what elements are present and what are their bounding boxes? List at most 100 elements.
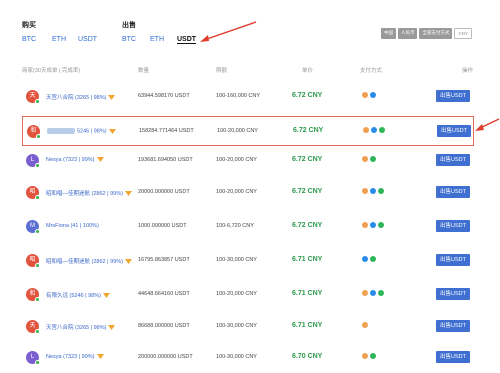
buy-tab-btc[interactable]: BTC	[22, 36, 36, 43]
table-row: 和 有限久远 (5246 | 98%) 44648.664160 USDT 10…	[22, 280, 474, 310]
quantity-cell: 63944.598170 USDT	[138, 93, 190, 99]
merchant-name[interactable]: 有限久远 (5246 | 98%)	[46, 291, 110, 299]
payment-p2-icon	[371, 127, 377, 133]
avatar[interactable]: 昭	[26, 186, 40, 200]
header-price: 单价	[302, 68, 314, 74]
merchant-name-text: Nesya (7323 | 99%)	[46, 157, 95, 163]
sell-usdt-button[interactable]: 出售USDT	[436, 254, 470, 266]
payment-methods	[362, 256, 376, 262]
header-limit: 限额	[216, 68, 228, 74]
limit-cell: 100-6,720 CNY	[216, 223, 254, 229]
avatar-initial: L	[30, 157, 35, 163]
sell-usdt-button[interactable]: 出售USDT	[436, 320, 470, 332]
merchant-name[interactable]: MrsFiona (41 | 100%)	[46, 223, 99, 229]
payment-p1-icon	[363, 127, 369, 133]
avatar[interactable]: M	[26, 220, 40, 234]
payment-methods	[362, 353, 376, 359]
online-status-icon	[35, 329, 40, 334]
merchant-name[interactable]: 昭和唱—佳期迷航 (2862 | 99%)	[46, 189, 132, 197]
sell-tab-eth[interactable]: ETH	[150, 36, 164, 43]
price-cell: 6.71 CNY	[292, 256, 323, 263]
buy-tab-usdt[interactable]: USDT	[78, 36, 97, 43]
payment-p3-icon	[379, 127, 385, 133]
payment-p1-icon	[362, 92, 368, 98]
merchant-badge-icon	[108, 95, 116, 101]
sell-title: 出售	[122, 22, 136, 29]
currency-filter[interactable]: 人民币	[397, 28, 418, 39]
header-payment: 支付方式	[360, 68, 383, 74]
quantity-cell: 86688.000000 USDT	[138, 323, 190, 329]
avatar[interactable]: L	[26, 154, 40, 168]
sell-usdt-button[interactable]: 出售USDT	[436, 186, 470, 198]
table-row: 天 天宫八合院 (3265 | 98%) 86688.000000 USDT 1…	[22, 312, 474, 342]
table-header: 商家(30天成单 | 完成率) 数量 限额 单价 支付方式 操作	[0, 64, 500, 76]
avatar[interactable]: 天	[26, 90, 40, 104]
payment-p2-icon	[370, 290, 376, 296]
country-filter[interactable]: 中国	[380, 28, 396, 39]
price-cell: 6.72 CNY	[292, 222, 323, 229]
price-cell: 6.71 CNY	[292, 322, 323, 329]
quantity-cell: 1000.000000 USDT	[138, 223, 187, 229]
table-row: 昭 昭和唱—佳期迷航 (2862 | 99%) 20000.000000 USD…	[22, 178, 474, 208]
price-cell: 6.72 CNY	[292, 188, 323, 195]
sell-tab-usdt[interactable]: USDT	[177, 36, 196, 43]
online-status-icon	[35, 360, 40, 365]
online-status-icon	[35, 163, 40, 168]
payment-filter[interactable]: 全部支付方式	[419, 28, 453, 39]
quantity-cell: 193681.694050 USDT	[138, 157, 193, 163]
payment-p3-icon	[378, 290, 384, 296]
payment-p1-icon	[362, 322, 368, 328]
merchant-name-text: 5246 | 98%)	[77, 128, 107, 135]
header-merchant: 商家(30天成单 | 完成率)	[22, 68, 81, 74]
annotation-arrow-icon	[200, 21, 257, 42]
payment-p1-icon	[362, 188, 368, 194]
sell-usdt-button[interactable]: 出售USDT	[436, 351, 470, 363]
merchant-name[interactable]: 天宫八合院 (3265 | 98%)	[46, 93, 116, 101]
online-status-icon	[36, 134, 41, 139]
quantity-cell: 44648.664160 USDT	[138, 291, 190, 297]
price-cell: 6.70 CNY	[292, 353, 323, 360]
table-row: 昭 昭和唱—佳期迷航 (2862 | 99%) 16795.863857 USD…	[22, 246, 474, 276]
table-row: L Nesya (7323 | 99%) 200000.000000 USDT …	[22, 343, 474, 373]
sell-usdt-button[interactable]: 出售USDT	[436, 154, 470, 166]
payment-p1-icon	[362, 353, 368, 359]
merchant-name[interactable]: Nesya (7323 | 99%)	[46, 354, 104, 360]
payment-p1-icon	[362, 156, 368, 162]
payment-p1-icon	[362, 222, 368, 228]
merchant-name-text: 昭和唱—佳期迷航 (2862 | 99%)	[46, 191, 123, 197]
online-status-icon	[35, 229, 40, 234]
sell-usdt-button[interactable]: 出售USDT	[436, 90, 470, 102]
payment-p2-icon	[370, 222, 376, 228]
quantity-cell: 20000.000000 USDT	[138, 189, 190, 195]
sell-usdt-button[interactable]: 出售USDT	[436, 220, 470, 232]
payment-methods	[363, 127, 385, 133]
avatar[interactable]: 和	[27, 125, 41, 139]
merchant-name[interactable]: 5246 | 98%)	[47, 128, 116, 134]
price-cell: 6.72 CNY	[292, 156, 323, 163]
payment-p3-icon	[370, 256, 376, 262]
avatar[interactable]: 和	[26, 288, 40, 302]
payment-methods	[362, 322, 368, 328]
avatar[interactable]: 昭	[26, 254, 40, 268]
price-cell: 6.72 CNY	[292, 92, 323, 99]
merchant-badge-icon	[124, 259, 132, 265]
quantity-cell: 200000.000000 USDT	[138, 354, 193, 360]
sell-usdt-button[interactable]: 出售USDT	[437, 125, 471, 137]
payment-methods	[362, 92, 376, 98]
sell-usdt-button[interactable]: 出售USDT	[436, 288, 470, 300]
payment-methods	[362, 290, 384, 296]
merchant-name[interactable]: 昭和唱—佳期迷航 (2862 | 99%)	[46, 257, 132, 265]
sell-tab-btc[interactable]: BTC	[122, 36, 136, 43]
header-action: 操作	[462, 68, 474, 74]
buy-tab-eth[interactable]: ETH	[52, 36, 66, 43]
merchant-name[interactable]: 天宫八合院 (3265 | 98%)	[46, 323, 116, 331]
merchant-name-text: 有限久远 (5246 | 98%)	[46, 293, 101, 299]
amount-filter[interactable]: CNY	[454, 28, 472, 39]
merchant-badge-icon	[96, 354, 104, 360]
avatar[interactable]: 天	[26, 320, 40, 334]
avatar-initial: 天	[29, 323, 36, 329]
avatar-initial: 昭	[29, 257, 36, 263]
avatar[interactable]: L	[26, 351, 40, 365]
merchant-name[interactable]: Nesya (7323 | 99%)	[46, 157, 104, 163]
quantity-cell: 16795.863857 USDT	[138, 257, 190, 263]
